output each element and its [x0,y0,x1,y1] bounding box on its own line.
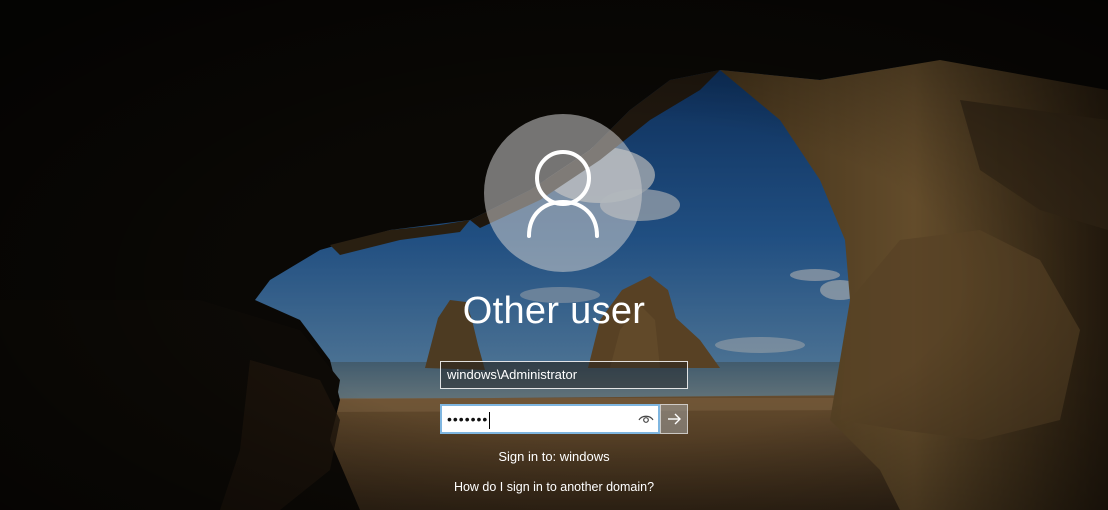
login-panel: Other user windows\Administrator •••••••… [0,0,1108,510]
username-field[interactable]: windows\Administrator [440,361,688,389]
sign-in-target: Sign in to: windows [498,449,610,464]
arrow-right-icon [668,413,681,425]
user-silhouette-icon [527,150,599,238]
submit-button[interactable] [660,404,688,434]
user-avatar [484,114,642,272]
user-display-name: Other user [462,290,646,332]
password-text: ••••••• [447,411,491,429]
text-caret [489,411,491,429]
password-field[interactable]: ••••••• [440,404,660,434]
eye-icon[interactable] [636,410,656,428]
another-domain-link[interactable]: How do I sign in to another domain? [0,480,1108,494]
